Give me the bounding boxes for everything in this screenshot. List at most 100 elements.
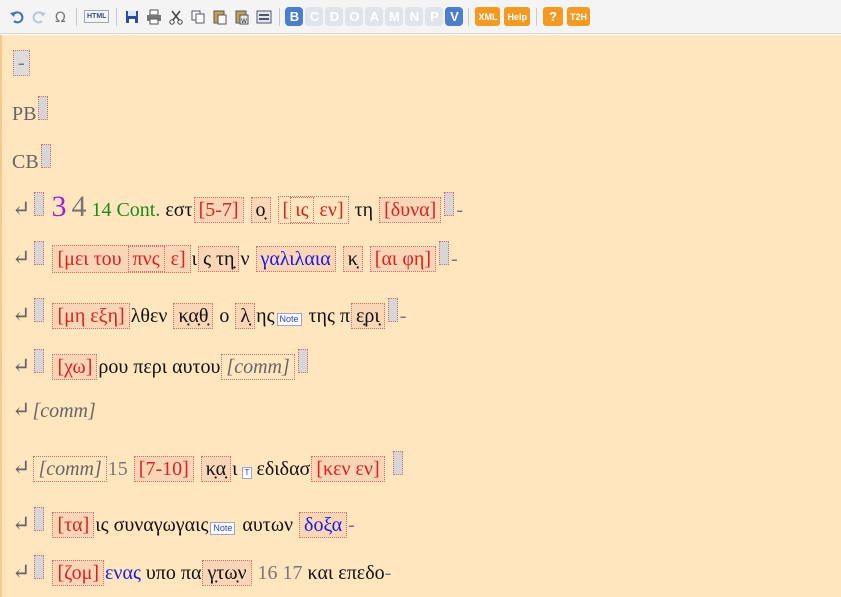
pb-tag[interactable]: PB bbox=[12, 103, 36, 125]
editor-line-8: ↵ [comm] bbox=[12, 396, 96, 424]
marker-box[interactable] bbox=[38, 96, 49, 120]
editor-line-9: ↵ [comm] 15 [7-10] κ̣α̣ ι Tεδιδασ [κεν εν] bbox=[12, 451, 405, 482]
unclear-box[interactable]: ο̣ bbox=[250, 197, 271, 223]
help-button[interactable]: Help bbox=[504, 7, 530, 26]
return-icon: ↵ bbox=[12, 511, 31, 536]
line-dash: - bbox=[450, 248, 458, 270]
question-button[interactable]: ? bbox=[542, 7, 563, 26]
letter-m-button[interactable]: M bbox=[385, 7, 404, 26]
word-text[interactable]: ις συναγωγαις bbox=[95, 514, 208, 536]
marker-box[interactable] bbox=[387, 298, 398, 322]
word-text[interactable]: ι bbox=[232, 458, 237, 480]
save-icon[interactable] bbox=[123, 8, 141, 26]
marker-box[interactable] bbox=[34, 349, 45, 373]
letter-d-button[interactable]: D bbox=[325, 7, 344, 26]
cut-icon[interactable] bbox=[167, 8, 185, 26]
t2h-button[interactable]: T2H bbox=[566, 7, 590, 26]
word-box[interactable]: δοξα bbox=[299, 512, 348, 538]
return-icon: ↵ bbox=[12, 196, 31, 221]
lacuna-box[interactable]: [δυνα] bbox=[379, 197, 442, 223]
lacuna-box[interactable]: [μει του πνς ε] bbox=[52, 245, 191, 273]
editor-line-11: ↵ [ζομ] ενας υπο πα γ̣τω̣ν 16 17 και επεδο… bbox=[12, 555, 391, 586]
word-text[interactable]: εστ bbox=[165, 199, 192, 221]
lacuna-box[interactable]: [7-10] bbox=[133, 456, 194, 482]
word-text[interactable]: ι bbox=[192, 248, 197, 270]
letter-n-button[interactable]: N bbox=[405, 7, 424, 26]
abbrev-box[interactable]: πνς bbox=[127, 246, 165, 272]
letter-b-button[interactable]: B bbox=[285, 7, 304, 26]
comment-text[interactable]: [comm] bbox=[32, 400, 95, 422]
select-all-icon[interactable] bbox=[255, 8, 273, 26]
word-text[interactable]: ενας bbox=[105, 562, 141, 584]
redo-icon[interactable] bbox=[30, 8, 48, 26]
marker-box[interactable] bbox=[34, 555, 45, 579]
marker-box[interactable] bbox=[40, 144, 51, 168]
lacuna-box[interactable]: [5-7] bbox=[193, 197, 244, 223]
transposition-marker[interactable]: T bbox=[241, 467, 253, 479]
lacuna-box[interactable]: [τα] bbox=[52, 512, 95, 538]
lacuna-box[interactable]: [κεν εν] bbox=[311, 456, 385, 482]
lacuna-box[interactable]: [ζομ] bbox=[52, 560, 105, 586]
print-icon[interactable] bbox=[145, 8, 163, 26]
word-text[interactable]: ρου περι αυτου bbox=[98, 356, 220, 378]
note-marker[interactable]: Note bbox=[276, 313, 302, 326]
paste-icon[interactable] bbox=[211, 8, 229, 26]
marker-box[interactable] bbox=[34, 192, 45, 216]
lacuna-box[interactable]: [μη εξη] bbox=[52, 303, 130, 329]
lacuna-box[interactable]: [χω] bbox=[52, 354, 98, 380]
xml-button[interactable]: XML bbox=[475, 7, 501, 26]
marker-box[interactable] bbox=[444, 192, 455, 216]
copy-icon[interactable] bbox=[189, 8, 207, 26]
unclear-box[interactable]: κ̣ bbox=[342, 246, 363, 272]
return-icon: ↵ bbox=[12, 302, 31, 327]
word-text[interactable]: εδιδασ bbox=[256, 458, 310, 480]
unclear-box[interactable]: γ̣τω̣ν bbox=[202, 560, 252, 586]
word-text[interactable]: της π bbox=[309, 305, 351, 327]
marker-box[interactable] bbox=[34, 298, 45, 322]
letter-o-button[interactable]: O bbox=[345, 7, 364, 26]
word-text[interactable]: λθεν bbox=[131, 305, 168, 327]
return-icon: ↵ bbox=[12, 455, 31, 480]
word-text[interactable]: και επεδο bbox=[308, 562, 385, 584]
word-box[interactable]: γαλιλαια bbox=[255, 246, 336, 272]
word-text[interactable]: υπο πα bbox=[146, 562, 202, 584]
unclear-box[interactable]: λ̣ bbox=[235, 303, 256, 329]
unclear-box[interactable]: κ̣α̣θ̣ bbox=[173, 303, 214, 329]
letter-a-button[interactable]: A bbox=[365, 7, 384, 26]
marker-box[interactable] bbox=[297, 349, 308, 373]
word-text[interactable]: ης bbox=[256, 305, 274, 327]
marker-box[interactable] bbox=[34, 507, 45, 531]
editor-line-6: ↵ [μη εξη] λθεν κ̣α̣θ̣ ο λ̣ ης Note της π ε̣… bbox=[12, 298, 406, 329]
letter-c-button[interactable]: C bbox=[305, 7, 324, 26]
svg-text:Ω: Ω bbox=[55, 10, 66, 25]
word-text[interactable]: τη bbox=[355, 199, 374, 221]
unclear-box[interactable]: κ̣α̣ bbox=[200, 456, 232, 482]
word-text[interactable]: αυτων bbox=[242, 514, 293, 536]
cb-tag[interactable]: CB bbox=[12, 151, 39, 173]
paste-special-icon[interactable]: W bbox=[233, 8, 251, 26]
line-dash[interactable]: - bbox=[13, 50, 30, 76]
letter-v-button[interactable]: V bbox=[445, 7, 464, 26]
undo-icon[interactable] bbox=[8, 8, 26, 26]
bracket-text: εν] bbox=[319, 199, 344, 221]
unclear-box[interactable]: ς τη̣ bbox=[198, 246, 240, 272]
comment-box[interactable]: [comm] bbox=[221, 354, 295, 380]
abbrev-box[interactable]: ις bbox=[290, 197, 314, 223]
unclear-box[interactable]: ε̣ρι̣ bbox=[351, 303, 385, 329]
html-button[interactable]: HTML bbox=[84, 10, 110, 23]
omega-icon[interactable]: Ω bbox=[52, 8, 70, 26]
editor-line-7: ↵ [χω] ρου περι αυτου [comm] bbox=[12, 349, 310, 380]
transcription-editor[interactable]: - PB CB ↵ 3 4 14 Cont. εστ [5-7] ο̣ [ις ε… bbox=[0, 35, 841, 597]
word-text[interactable]: ο bbox=[219, 305, 229, 327]
note-marker[interactable]: Note bbox=[210, 522, 236, 535]
lacuna-box[interactable]: [αι φη] bbox=[369, 246, 436, 272]
letter-p-button[interactable]: P bbox=[425, 7, 444, 26]
marker-box[interactable] bbox=[438, 241, 449, 265]
return-icon: ↵ bbox=[12, 245, 31, 270]
marker-box[interactable] bbox=[392, 451, 403, 475]
editor-line-3: CB bbox=[12, 144, 53, 173]
lacuna-box[interactable]: [ις εν] bbox=[277, 196, 349, 224]
word-text[interactable]: ν bbox=[240, 248, 249, 270]
marker-box[interactable] bbox=[34, 241, 45, 265]
comment-box[interactable]: [comm] bbox=[33, 456, 107, 482]
